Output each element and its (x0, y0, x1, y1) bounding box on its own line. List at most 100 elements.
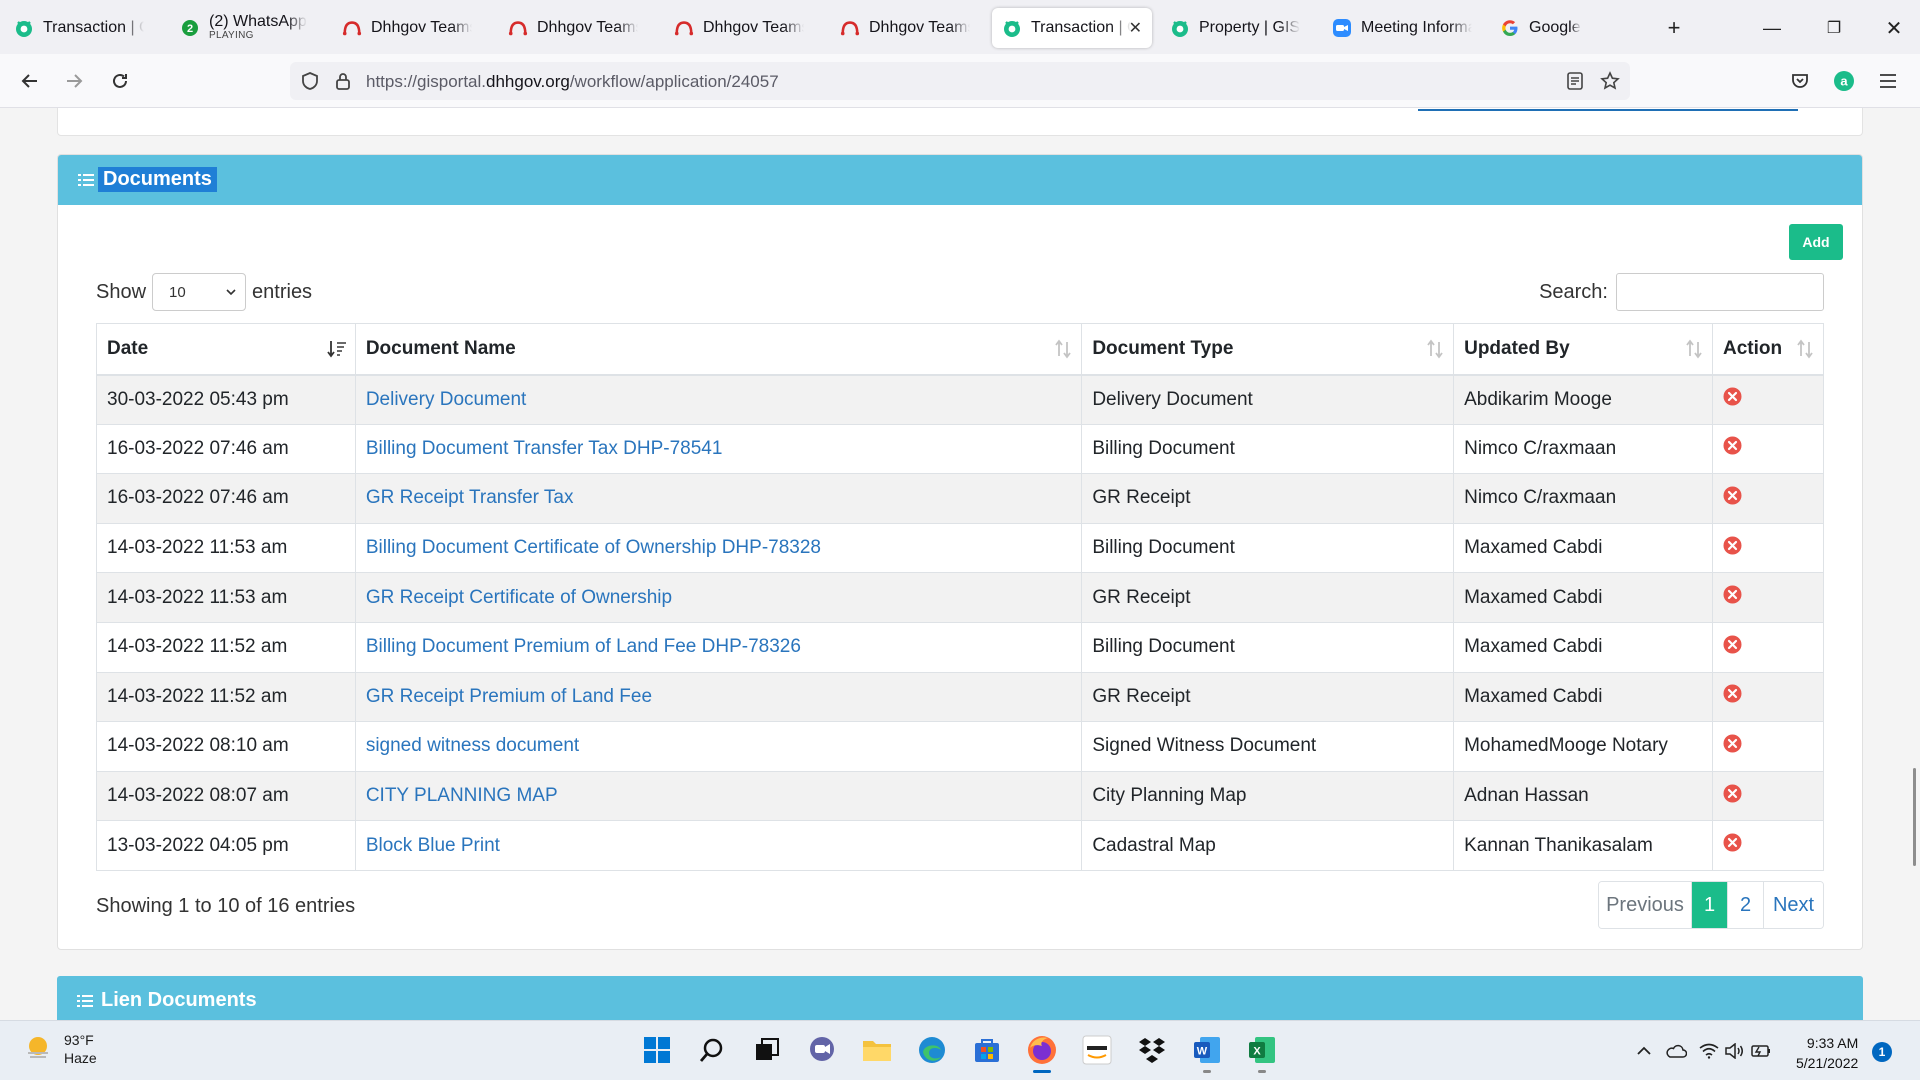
cell-date: 14-03-2022 08:07 am (96, 770, 356, 822)
teams-chat-icon[interactable] (805, 1033, 839, 1067)
delete-circle-icon[interactable] (1723, 684, 1742, 703)
tab-label: Property | GIS Po (1199, 19, 1300, 36)
document-link[interactable]: GR Receipt Premium of Land Fee (366, 686, 652, 707)
delete-circle-icon[interactable] (1723, 833, 1742, 852)
tab-transaction-gis-active[interactable]: Transaction | GIS ✕ (992, 8, 1152, 48)
url-text[interactable]: https://gisportal.dhhgov.org/workflow/ap… (366, 72, 779, 92)
file-explorer-icon[interactable] (860, 1033, 894, 1067)
column-header-action[interactable]: Action (1712, 323, 1824, 376)
delete-circle-icon[interactable] (1723, 486, 1742, 505)
document-link[interactable]: GR Receipt Transfer Tax (366, 487, 574, 508)
column-header-document-name[interactable]: Document Name (354, 323, 1083, 376)
zoom-icon (1332, 18, 1352, 38)
delete-circle-icon[interactable] (1723, 784, 1742, 803)
menu-hamburger-icon[interactable] (1872, 65, 1904, 97)
entries-length-control: Show 10 entries (96, 273, 312, 311)
sort-icon[interactable] (1053, 339, 1073, 365)
pagination-page-1[interactable]: 1 (1691, 882, 1727, 928)
tab-whatsapp[interactable]: 2 (2) WhatsApp PLAYING (170, 8, 310, 48)
close-window-icon[interactable]: ✕ (1878, 12, 1910, 44)
document-link[interactable]: Delivery Document (366, 389, 527, 410)
task-view-icon[interactable] (750, 1033, 784, 1067)
page-scrollbar-thumb[interactable] (1913, 768, 1916, 866)
cell-document-type: City Planning Map (1081, 770, 1455, 822)
wifi-icon[interactable] (1697, 1039, 1721, 1063)
forward-arrow-icon[interactable] (58, 65, 90, 97)
cell-document-name: GR Receipt Premium of Land Fee (354, 671, 1083, 723)
cell-document-type: Billing Document (1081, 423, 1455, 475)
tab-property-gis[interactable]: Property | GIS Po (1160, 8, 1310, 48)
reload-icon[interactable] (104, 65, 136, 97)
document-link[interactable]: Billing Document Certificate of Ownershi… (366, 537, 821, 558)
column-header-updated-by[interactable]: Updated By (1453, 323, 1713, 376)
delete-circle-icon[interactable] (1723, 635, 1742, 654)
cell-updated-by: Maxamed Cabdi (1453, 671, 1713, 723)
sort-icon[interactable] (1425, 339, 1445, 365)
add-document-button[interactable]: Add (1789, 224, 1843, 260)
firefox-icon[interactable] (1025, 1033, 1059, 1073)
documents-card-header: Documents (58, 155, 1862, 205)
excel-icon[interactable]: X (1245, 1033, 1279, 1073)
svg-text:W: W (1197, 1046, 1208, 1058)
column-header-document-type[interactable]: Document Type (1081, 323, 1455, 376)
microsoft-store-icon[interactable] (970, 1033, 1004, 1067)
tab-google[interactable]: Google (1490, 8, 1620, 48)
windows-start-icon[interactable] (640, 1033, 674, 1067)
entries-per-page-select[interactable]: 10 (152, 273, 247, 311)
sort-descending-icon[interactable] (327, 339, 347, 365)
column-header-date[interactable]: Date (96, 323, 356, 376)
document-link[interactable]: CITY PLANNING MAP (366, 785, 558, 806)
bookmark-star-icon[interactable] (1600, 71, 1620, 96)
delete-circle-icon[interactable] (1723, 734, 1742, 753)
tab-teams-portal-2[interactable]: Dhhgov Teams P (498, 8, 648, 48)
delete-circle-icon[interactable] (1723, 585, 1742, 604)
tab-teams-portal-1[interactable]: Dhhgov Teams P (332, 8, 482, 48)
tab-meeting-information[interactable]: Meeting Informa (1322, 8, 1482, 48)
onedrive-cloud-icon[interactable] (1664, 1039, 1688, 1063)
new-tab-icon[interactable]: + (1658, 12, 1690, 44)
chevron-up-icon[interactable] (1634, 1039, 1654, 1063)
tab-teams-portal-3[interactable]: Dhhgov Teams P (664, 8, 814, 48)
pagination-next-button[interactable]: Next (1763, 882, 1823, 928)
sort-icon[interactable] (1795, 339, 1815, 365)
browser-tab-strip: Transaction | GIS 2 (2) WhatsApp PLAYING… (0, 0, 1920, 54)
lock-icon[interactable] (334, 71, 352, 96)
amazon-icon[interactable] (1080, 1033, 1114, 1067)
address-bar[interactable]: https://gisportal.dhhgov.org/workflow/ap… (290, 62, 1630, 100)
document-link[interactable]: signed witness document (366, 735, 579, 756)
volume-icon[interactable] (1722, 1039, 1746, 1063)
weather-widget[interactable]: 93°F Haze (24, 1031, 97, 1067)
reader-view-icon[interactable] (1566, 72, 1584, 95)
document-link[interactable]: Billing Document Transfer Tax DHP-78541 (366, 438, 723, 459)
pagination-previous-button[interactable]: Previous (1599, 882, 1691, 928)
restore-window-icon[interactable]: ❐ (1818, 12, 1850, 44)
document-link[interactable]: Billing Document Premium of Land Fee DHP… (366, 636, 801, 657)
dropbox-icon[interactable] (1135, 1033, 1169, 1067)
edge-browser-icon[interactable] (915, 1033, 949, 1067)
tab-transaction-gis-1[interactable]: Transaction | GIS (4, 8, 154, 48)
pocket-icon[interactable] (1784, 65, 1816, 97)
search-input[interactable] (1616, 273, 1824, 311)
document-link[interactable]: Block Blue Print (366, 835, 500, 856)
delete-circle-icon[interactable] (1723, 536, 1742, 555)
tab-teams-portal-4[interactable]: Dhhgov Teams P (830, 8, 980, 48)
search-icon[interactable] (695, 1033, 729, 1067)
cell-updated-by: Adnan Hassan (1453, 770, 1713, 822)
word-icon[interactable]: W (1190, 1033, 1224, 1073)
minimize-window-icon[interactable]: — (1756, 12, 1788, 44)
delete-circle-icon[interactable] (1723, 387, 1742, 406)
notification-badge[interactable]: 1 (1872, 1042, 1892, 1062)
cell-updated-by: Nimco C/raxmaan (1453, 423, 1713, 475)
close-tab-icon[interactable]: ✕ (1129, 18, 1142, 38)
sort-icon[interactable] (1684, 339, 1704, 365)
pagination-page-2[interactable]: 2 (1727, 882, 1763, 928)
cell-document-type: Signed Witness Document (1081, 721, 1455, 772)
document-link[interactable]: GR Receipt Certificate of Ownership (366, 587, 672, 608)
shield-icon[interactable] (300, 71, 320, 96)
delete-circle-icon[interactable] (1723, 436, 1742, 455)
battery-charging-icon[interactable] (1748, 1039, 1772, 1063)
table-row: 14-03-2022 11:53 am Billing Document Cert… (96, 522, 1824, 574)
back-arrow-icon[interactable] (14, 65, 46, 97)
account-avatar-icon[interactable]: a (1828, 65, 1860, 97)
system-clock[interactable]: 9:33 AM 5/21/2022 (1796, 1033, 1858, 1074)
